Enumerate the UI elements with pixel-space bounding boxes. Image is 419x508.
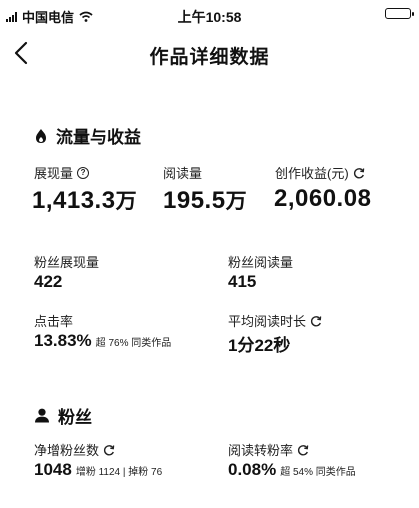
reads-number: 195.5 [163, 187, 226, 214]
conversion-number: 0.08% [228, 460, 277, 479]
fan-reads-value: 415 [228, 272, 257, 291]
impressions-number: 1,413.3 [32, 187, 116, 214]
conversion-note: 超 54% 同类作品 [280, 467, 356, 478]
traffic-section-title: 流量与收益 [34, 123, 141, 148]
refresh-icon[interactable] [310, 315, 322, 327]
fan-impressions-label: 粉丝展现量 [34, 255, 100, 270]
avg-read-time-label-text: 平均阅读时长 [228, 314, 307, 329]
conversion-label-text: 阅读转粉率 [228, 443, 294, 458]
impressions-unit: 万 [115, 190, 138, 213]
net-fans-value: 1048 增粉 1124 | 掉粉 76 [34, 460, 162, 480]
battery-icon [385, 8, 414, 19]
page-title: 作品详细数据 [149, 47, 270, 68]
refresh-icon[interactable] [353, 167, 365, 179]
net-fans-note: 增粉 1124 | 掉粉 76 [75, 467, 163, 478]
section-title-text: 流量与收益 [56, 128, 141, 147]
refresh-icon[interactable] [297, 444, 309, 456]
person-icon [35, 408, 49, 423]
ctr-number: 13.83% [34, 331, 92, 350]
clock: 上午10:58 [177, 9, 242, 25]
conversion-value: 0.08% 超 54% 同类作品 [228, 460, 356, 480]
status-bar: 中国电信 上午10:58 [0, 0, 419, 28]
net-fans-label-text: 净增粉丝数 [34, 443, 100, 458]
fan-impressions-value: 422 [34, 272, 63, 291]
impressions-label: 展现量 ? [34, 163, 90, 182]
earnings-value: 2,060.08 [274, 185, 372, 212]
net-fans-label: 净增粉丝数 [34, 440, 115, 459]
fans-section-title: 粉丝 [34, 403, 92, 428]
earnings-label-text: 创作收益(元) [275, 166, 349, 181]
impressions-value: 1,413.3万 [32, 185, 137, 215]
reads-label: 阅读量 [163, 166, 203, 181]
flame-icon [36, 128, 46, 143]
avg-read-time-label: 平均阅读时长 [228, 311, 322, 330]
reads-value: 195.5万 [163, 185, 247, 215]
earnings-label: 创作收益(元) [275, 163, 365, 182]
help-icon[interactable]: ? [77, 166, 90, 179]
refresh-icon[interactable] [103, 444, 115, 456]
ctr-value: 13.83% 超 76% 同类作品 [34, 331, 171, 351]
avg-read-time-value: 1分22秒 [228, 336, 291, 355]
ctr-note: 超 76% 同类作品 [95, 338, 172, 349]
impressions-label-text: 展现量 [34, 166, 74, 181]
net-fans-number: 1048 [34, 460, 72, 479]
conversion-label: 阅读转粉率 [228, 440, 309, 459]
ctr-label: 点击率 [34, 314, 74, 329]
fan-reads-label: 粉丝阅读量 [228, 255, 294, 270]
reads-unit: 万 [225, 190, 248, 213]
section-title-text: 粉丝 [58, 408, 92, 427]
